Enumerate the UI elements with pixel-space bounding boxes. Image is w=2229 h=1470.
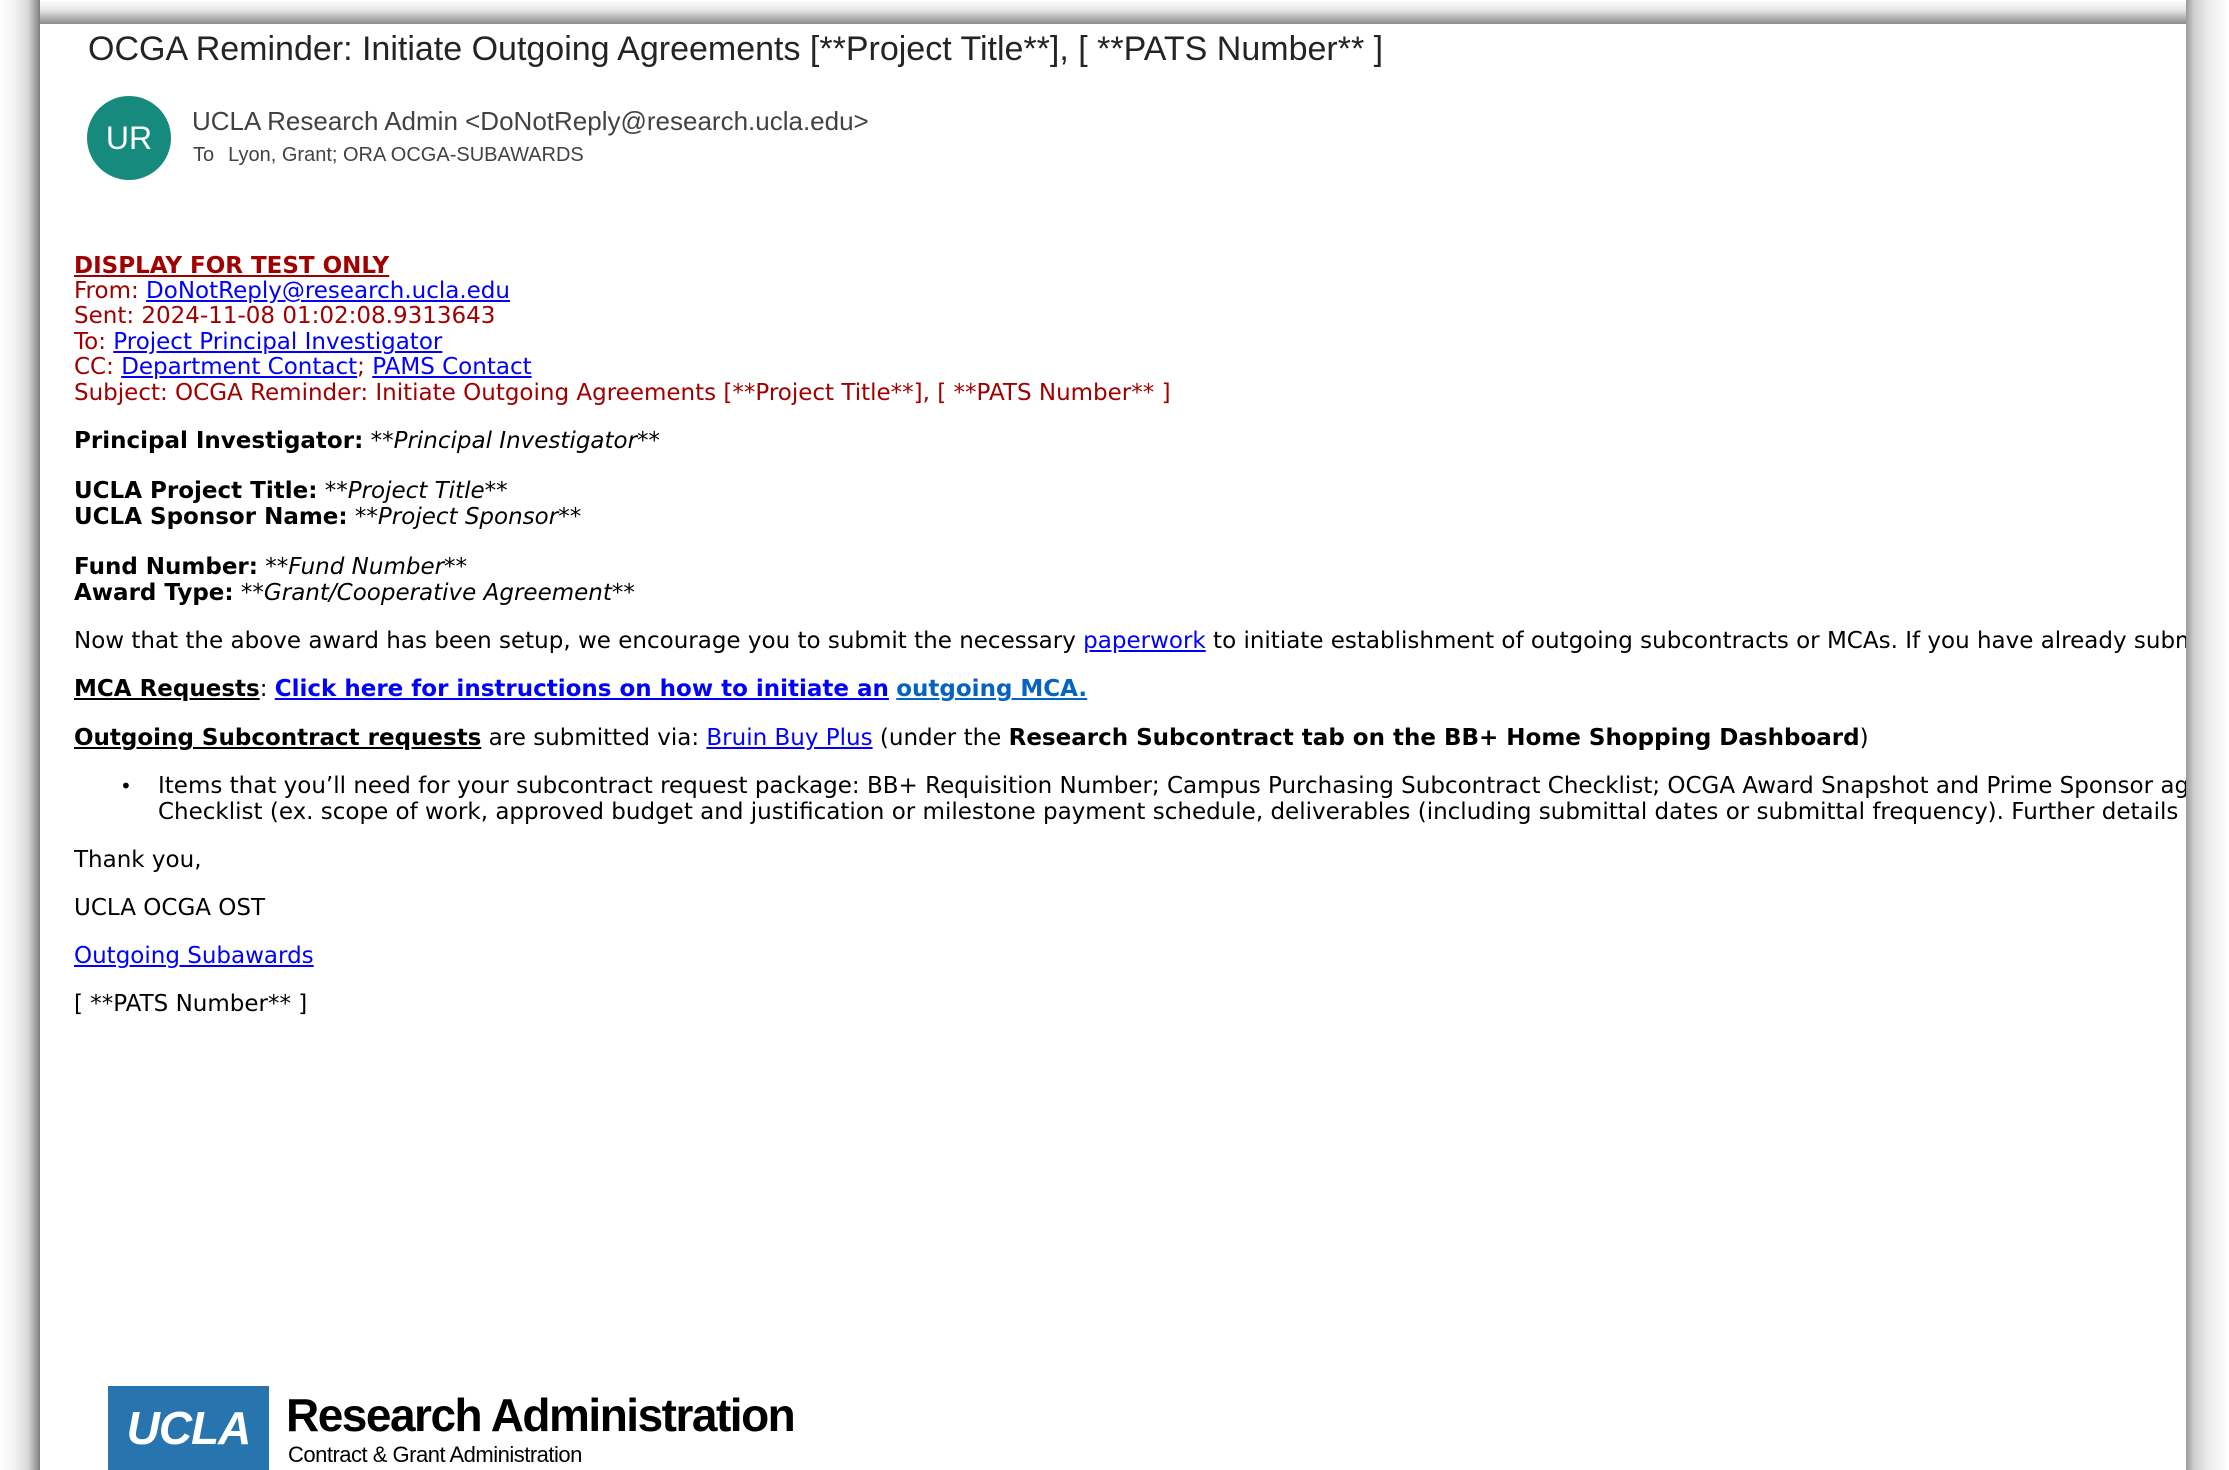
window-shadow-left	[0, 0, 40, 1470]
fund-value: **Fund Number**	[265, 554, 468, 580]
window-shadow-top	[0, 0, 2229, 24]
pi-value: **Principal Investigator**	[370, 428, 661, 454]
mca-instructions-link[interactable]: Click here for instructions on how to in…	[275, 676, 889, 702]
logo-subtitle: Contract & Grant Administration	[288, 1442, 582, 1467]
email-subject: OCGA Reminder: Initiate Outgoing Agreeme…	[88, 30, 1384, 68]
project-title-label: UCLA Project Title:	[74, 478, 318, 504]
subcontract-middle: are submitted via:	[481, 725, 707, 751]
subcontract-label: Outgoing Subcontract requests	[74, 725, 482, 751]
email-message: OCGA Reminder: Initiate Outgoing Agreeme…	[40, 24, 2186, 1470]
pi-label: Principal Investigator:	[74, 428, 364, 454]
recipients-line: To Lyon, Grant; ORA OCGA-SUBAWARDS	[193, 144, 584, 167]
to-label: To	[193, 144, 215, 166]
subcontract-paren-open: (under the	[872, 725, 1009, 751]
intro-text-after: to initiate establishment of outgoing su…	[1205, 628, 2186, 654]
closing-thanks: Thank you,	[74, 847, 202, 873]
mca-colon: :	[259, 676, 275, 702]
pi-field: Principal Investigator: **Principal Inve…	[74, 426, 660, 456]
mca-label: MCA Requests	[74, 676, 260, 702]
recipients-list[interactable]: Lyon, Grant; ORA OCGA-SUBAWARDS	[228, 144, 584, 166]
banner-subject-line: Subject: OCGA Reminder: Initiate Outgoin…	[74, 380, 1171, 406]
mca-requests-line: MCA Requests: Click here for instruction…	[74, 674, 1087, 704]
sponsor-value: **Project Sponsor**	[354, 504, 582, 530]
award-type-value: **Grant/Cooperative Agreement**	[240, 580, 635, 606]
closing-team: UCLA OCGA OST	[74, 895, 266, 921]
sender-name[interactable]: UCLA Research Admin <DoNotReply@research…	[192, 106, 869, 137]
award-type-field: Award Type: **Grant/Cooperative Agreemen…	[74, 578, 635, 608]
intro-text-before: Now that the above award has been setup,…	[74, 628, 1084, 654]
outgoing-subawards-link[interactable]: Outgoing Subawards	[74, 943, 314, 969]
ucla-logo-box: UCLA	[108, 1386, 269, 1470]
award-type-label: Award Type:	[74, 580, 234, 606]
sponsor-label: UCLA Sponsor Name:	[74, 504, 348, 530]
fund-label: Fund Number:	[74, 554, 258, 580]
subcontract-tab-note: Research Subcontract tab on the BB+ Home…	[1008, 725, 1860, 751]
logo-title: Research Administration	[286, 1389, 796, 1441]
outgoing-mca-link[interactable]: outgoing MCA.	[896, 676, 1087, 702]
subcontract-paren-close: )	[1859, 725, 1869, 751]
ucla-research-admin-logo: UCLA Research Administration Contract & …	[108, 1386, 808, 1470]
subcontract-line: Outgoing Subcontract requests are submit…	[74, 723, 1869, 753]
intro-paragraph: Now that the above award has been setup,…	[74, 626, 2186, 656]
window-shadow-right	[2186, 0, 2229, 1470]
bullet-line-2: Checklist (ex. scope of work, approved b…	[158, 799, 2186, 825]
closing-pats: [ **PATS Number** ]	[74, 991, 308, 1017]
pams-contact-link[interactable]: PAMS Contact	[372, 354, 531, 380]
department-contact-link[interactable]: Department Contact	[121, 354, 357, 380]
sponsor-field: UCLA Sponsor Name: **Project Sponsor**	[74, 502, 581, 532]
sender-avatar[interactable]: UR	[87, 96, 171, 180]
bullet-dot: •	[120, 774, 132, 798]
cc-label: CC:	[74, 354, 122, 380]
cc-separator: ;	[357, 354, 365, 380]
bruin-buy-plus-link[interactable]: Bruin Buy Plus	[706, 725, 872, 751]
closing-link-line: Outgoing Subawards	[74, 941, 314, 971]
project-title-value: **Project Title**	[324, 478, 508, 504]
paperwork-link[interactable]: paperwork	[1083, 628, 1206, 654]
